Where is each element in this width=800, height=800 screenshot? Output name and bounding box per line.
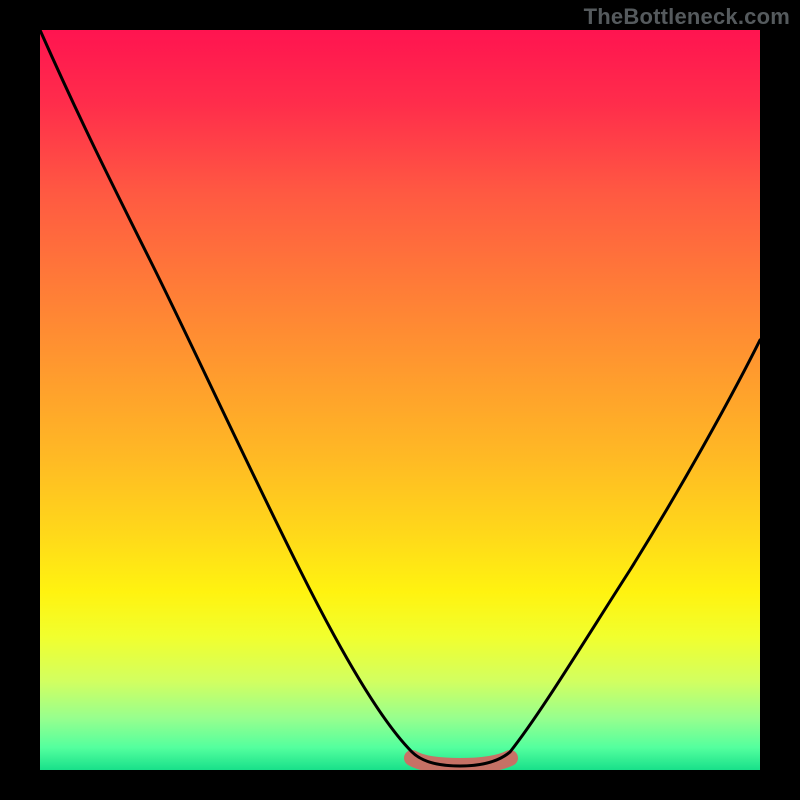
chart-frame: TheBottleneck.com bbox=[0, 0, 800, 800]
plot-area bbox=[40, 30, 760, 770]
curve-svg bbox=[40, 30, 760, 770]
watermark-text: TheBottleneck.com bbox=[584, 4, 790, 30]
bottleneck-curve bbox=[40, 30, 760, 766]
